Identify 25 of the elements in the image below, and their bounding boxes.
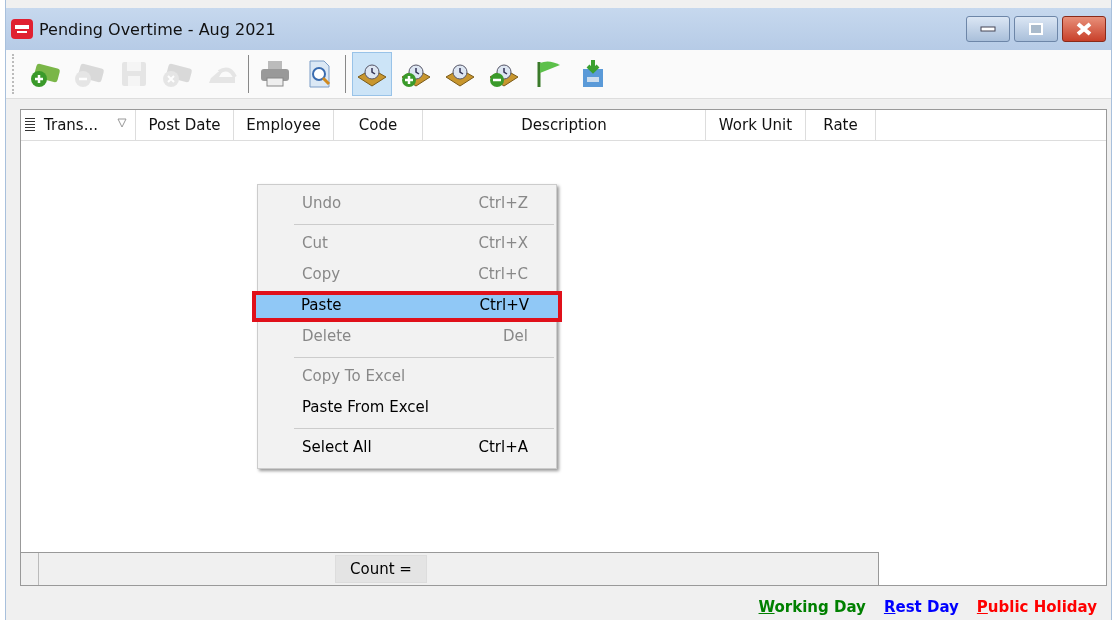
maximize-button[interactable] bbox=[1014, 16, 1058, 42]
menu-item[interactable]: Select All Ctrl+A bbox=[258, 433, 556, 464]
column-header[interactable]: Rate bbox=[806, 110, 876, 140]
column-header[interactable]: Code bbox=[334, 110, 423, 140]
maximize-icon bbox=[1029, 23, 1043, 35]
legend-link[interactable]: Public Holiday bbox=[976, 598, 1097, 616]
minimize-icon bbox=[980, 25, 996, 33]
column-header[interactable]: Description bbox=[423, 110, 706, 140]
app-icon bbox=[11, 19, 33, 39]
printer-icon bbox=[258, 59, 292, 89]
filter-icon[interactable] bbox=[117, 118, 127, 128]
column-header[interactable]: Work Unit bbox=[706, 110, 806, 140]
close-icon bbox=[1075, 22, 1093, 36]
column-header[interactable]: Trans... bbox=[38, 110, 136, 140]
close-button[interactable] bbox=[1062, 16, 1106, 42]
legend-link[interactable]: Working Day bbox=[758, 598, 866, 616]
window-title: Pending Overtime - Aug 2021 bbox=[39, 19, 276, 39]
column-header[interactable]: Post Date bbox=[136, 110, 234, 140]
toolbar-button[interactable] bbox=[352, 52, 392, 96]
column-header[interactable]: Employee bbox=[234, 110, 334, 140]
summary-cell: Count = bbox=[335, 555, 427, 583]
menu-item[interactable]: Paste From Excel bbox=[258, 393, 556, 424]
minimize-button[interactable] bbox=[966, 16, 1010, 42]
menu-item[interactable]: Paste Ctrl+V bbox=[252, 291, 562, 322]
legend-link[interactable]: Rest Day bbox=[883, 598, 959, 616]
